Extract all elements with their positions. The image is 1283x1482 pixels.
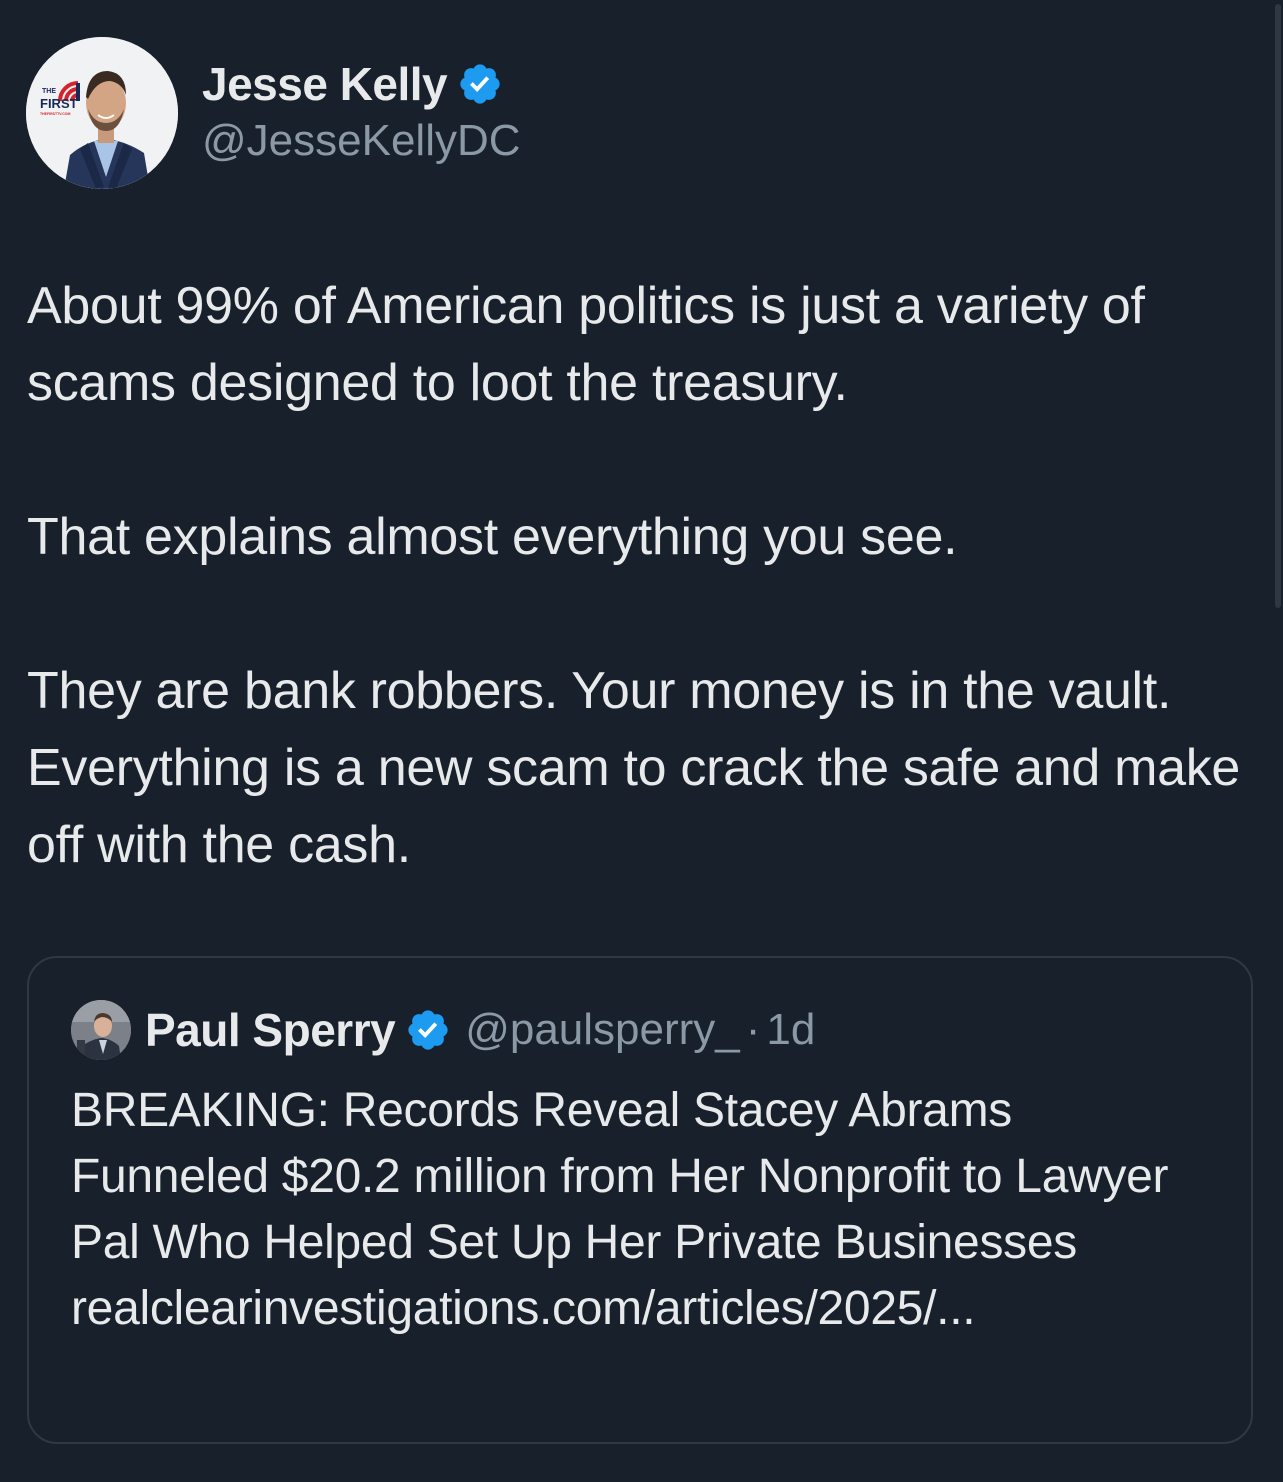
- quoted-author-handle[interactable]: @paulsperry_: [465, 1005, 740, 1055]
- quoted-timestamp[interactable]: 1d: [766, 1005, 815, 1055]
- author-avatar[interactable]: THE FIRST THEFIRSTTV.COM: [26, 37, 178, 189]
- tweet-text: About 99% of American politics is just a…: [27, 268, 1267, 884]
- scrollbar[interactable]: [1271, 0, 1283, 1482]
- the-first-logo: THE FIRST THEFIRSTTV.COM: [36, 79, 94, 119]
- author-display-name[interactable]: Jesse Kelly: [202, 57, 448, 111]
- quoted-author-avatar[interactable]: [71, 1000, 131, 1060]
- quoted-tweet-link[interactable]: realclearinvestigations.com/articles/202…: [71, 1276, 1211, 1342]
- tweet-author[interactable]: THE FIRST THEFIRSTTV.COM Jesse Kelly @Je…: [26, 37, 521, 189]
- scrollbar-thumb[interactable]: [1275, 4, 1281, 608]
- tweet-paragraph-1: About 99% of American politics is just a…: [27, 277, 1145, 412]
- the-first-logo-large: FIRST: [40, 96, 78, 111]
- quoted-tweet-card[interactable]: Paul Sperry @paulsperry_ · 1d BREAKING: …: [27, 956, 1253, 1444]
- the-first-logo-url: THEFIRSTTV.COM: [40, 112, 71, 116]
- quoted-author-avatar-image: [71, 1000, 131, 1060]
- author-names: Jesse Kelly @JesseKellyDC: [202, 54, 521, 166]
- quoted-verified-badge-icon: [408, 1010, 448, 1050]
- verified-badge-icon: [460, 64, 500, 104]
- quoted-tweet-text: BREAKING: Records Reveal Stacey Abrams F…: [71, 1078, 1211, 1342]
- the-first-logo-small: THE: [42, 88, 56, 95]
- author-name-row: Jesse Kelly: [202, 54, 521, 114]
- tweet-paragraph-2: That explains almost everything you see.: [27, 508, 958, 566]
- quoted-separator: ·: [745, 1005, 761, 1054]
- quoted-tweet-body: BREAKING: Records Reveal Stacey Abrams F…: [71, 1084, 1169, 1269]
- tweet-paragraph-3: They are bank robbers. Your money is in …: [27, 662, 1241, 874]
- quoted-tweet-header: Paul Sperry @paulsperry_ · 1d: [71, 998, 815, 1062]
- author-handle[interactable]: @JesseKellyDC: [202, 116, 521, 166]
- quoted-author-display-name[interactable]: Paul Sperry: [145, 1003, 396, 1057]
